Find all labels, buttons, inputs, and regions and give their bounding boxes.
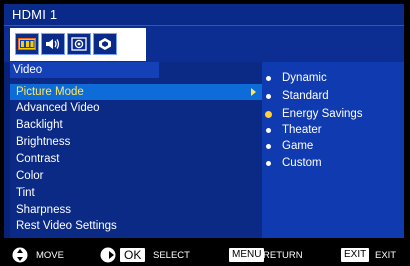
- menu-item-contrast[interactable]: Contrast: [16, 151, 59, 167]
- bullet-icon: [266, 161, 271, 166]
- menu-item-label: Backlight: [16, 119, 63, 131]
- menu-item-reset-video-settings[interactable]: Rest Video Settings: [16, 218, 117, 234]
- option-label: Custom: [282, 157, 322, 169]
- menu-key: MENU: [229, 248, 265, 262]
- menu-item-brightness[interactable]: Brightness: [16, 134, 70, 150]
- menu-item-backlight[interactable]: Backlight: [16, 117, 63, 133]
- picture-icon[interactable]: [15, 33, 39, 55]
- option-label: Game: [282, 140, 314, 152]
- menu-item-advanced-video[interactable]: Advanced Video: [16, 100, 100, 116]
- submenu-arrow-icon: [251, 88, 256, 96]
- option-label: Standard: [282, 90, 329, 102]
- menu-item-label: Tint: [16, 187, 35, 199]
- menu-item-label: Color: [16, 170, 44, 182]
- select-hint: SELECT: [153, 250, 190, 261]
- bullet-icon: [266, 76, 271, 81]
- dpad-updown-icon: [12, 247, 28, 263]
- selected-bullet-icon: [266, 112, 271, 117]
- bullet-icon: [266, 94, 271, 99]
- dpad-right-icon: [100, 247, 116, 263]
- footer-help-bar: MOVE OK SELECT MENU RETURN EXIT EXIT: [0, 244, 410, 266]
- ok-key: OK: [120, 248, 146, 262]
- setup-icon[interactable]: [67, 33, 91, 55]
- exit-key: EXIT: [341, 248, 370, 262]
- menu-item-label: Rest Video Settings: [16, 220, 117, 232]
- menu-item-picture-mode[interactable]: Picture Mode: [10, 84, 262, 100]
- option-label: Dynamic: [282, 72, 327, 84]
- menu-item-label: Advanced Video: [16, 102, 100, 114]
- exit-hint: EXIT: [375, 250, 397, 261]
- title-bar: HDMI 1: [4, 4, 404, 26]
- option-label: Energy Savings: [282, 108, 363, 120]
- menu-item-color[interactable]: Color: [16, 168, 43, 184]
- input-source-title: HDMI 1: [12, 7, 58, 22]
- settings-icon[interactable]: [93, 33, 117, 55]
- bullet-icon: [266, 144, 271, 149]
- section-title: Video: [10, 62, 159, 78]
- menu-item-tint[interactable]: Tint: [16, 185, 35, 201]
- option-label: Theater: [282, 124, 322, 136]
- sound-icon[interactable]: [41, 33, 65, 55]
- menu-item-sharpness[interactable]: Sharpness: [16, 202, 71, 218]
- menu-item-label: Contrast: [16, 153, 60, 165]
- move-hint: MOVE: [36, 250, 64, 261]
- bullet-icon: [266, 128, 271, 133]
- menu-item-label: Brightness: [16, 136, 71, 148]
- return-hint: RETURN: [263, 250, 303, 261]
- menu-item-label: Picture Mode: [16, 86, 84, 98]
- tv-osd-frame: HDMI 1 Video Picture Mode Advanced Video…: [0, 0, 410, 266]
- menu-item-label: Sharpness: [16, 204, 71, 216]
- category-icon-bar: [10, 28, 146, 61]
